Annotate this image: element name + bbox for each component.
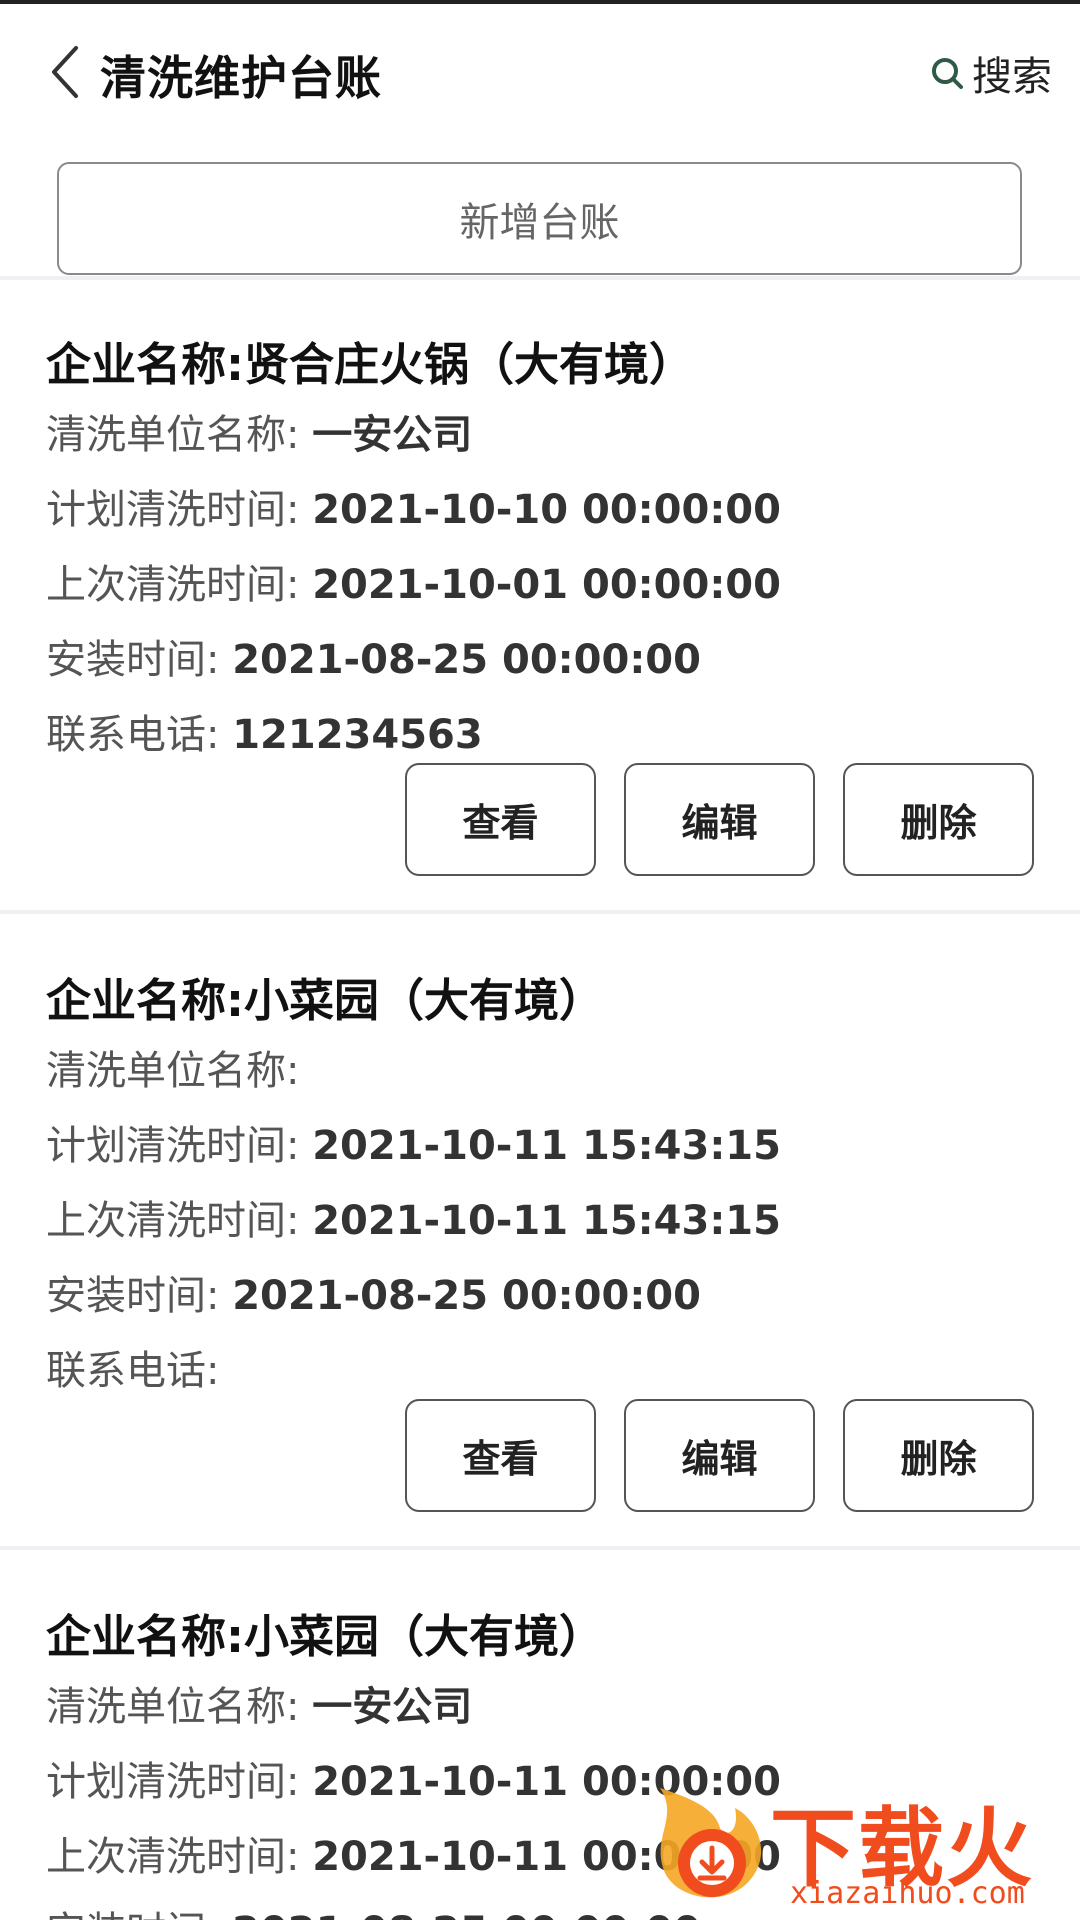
company-label: 企业名称: xyxy=(46,974,244,1027)
company-value: 贤合庄火锅（大有境） xyxy=(244,338,695,391)
search-button[interactable]: 搜索 xyxy=(930,48,1052,100)
divider xyxy=(0,1546,1080,1550)
planned-time-row: 计划清洗时间: 2021-10-10 00:00:00 xyxy=(46,477,781,535)
planned-time-value: 2021-10-11 15:43:15 xyxy=(312,1123,781,1169)
phone-label: 联系电话: xyxy=(46,712,233,758)
flame-download-icon xyxy=(660,1788,762,1898)
view-button[interactable]: 查看 xyxy=(405,1399,596,1512)
search-label: 搜索 xyxy=(972,54,1052,100)
install-time-value: 2021-08-25 00:00:00 xyxy=(232,637,701,683)
planned-time-label: 计划清洗时间: xyxy=(46,1759,313,1805)
last-time-label: 上次清洗时间: xyxy=(46,1198,313,1244)
cleaning-unit-row: 清洗单位名称: xyxy=(46,1038,299,1096)
divider xyxy=(0,910,1080,914)
install-time-label: 安装时间: xyxy=(46,1273,233,1319)
planned-time-row: 计划清洗时间: 2021-10-11 15:43:15 xyxy=(46,1113,781,1171)
delete-button[interactable]: 删除 xyxy=(843,1399,1034,1512)
record-actions: 查看 编辑 删除 xyxy=(0,763,1080,878)
last-time-label: 上次清洗时间: xyxy=(46,562,313,608)
app-header: 清洗维护台账 搜索 xyxy=(0,4,1080,138)
last-time-row: 上次清洗时间: 2021-10-11 15:43:15 xyxy=(46,1188,781,1246)
edit-button[interactable]: 编辑 xyxy=(624,763,815,876)
install-time-row: 安装时间: 2021-08-25 00:00:00 xyxy=(46,627,701,685)
company-label: 企业名称: xyxy=(46,1610,244,1663)
planned-time-value: 2021-10-10 00:00:00 xyxy=(312,487,781,533)
install-time-row: 安装时间: 2021-08-25 00:00:00 xyxy=(46,1263,701,1321)
cleaning-unit-row: 清洗单位名称: 一安公司 xyxy=(46,402,472,460)
view-button[interactable]: 查看 xyxy=(405,763,596,876)
page-title: 清洗维护台账 xyxy=(100,51,382,105)
edit-button[interactable]: 编辑 xyxy=(624,1399,815,1512)
cleaning-unit-value: 一安公司 xyxy=(312,1684,473,1730)
company-value: 小菜园（大有境） xyxy=(244,1610,605,1663)
phone-row: 联系电话: 121234563 xyxy=(46,702,483,760)
install-time-value: 2021-08-25 00:00:00 xyxy=(232,1909,701,1920)
search-icon xyxy=(932,58,963,89)
cleaning-unit-label: 清洗单位名称: xyxy=(46,1048,300,1094)
add-ledger-button[interactable]: 新增台账 xyxy=(57,162,1022,275)
last-time-value: 2021-10-11 15:43:15 xyxy=(312,1198,781,1244)
last-time-label: 上次清洗时间: xyxy=(46,1834,313,1880)
install-time-value: 2021-08-25 00:00:00 xyxy=(232,1273,701,1319)
back-button[interactable] xyxy=(46,44,86,100)
last-time-value: 2021-10-01 00:00:00 xyxy=(312,562,781,608)
cleaning-unit-label: 清洗单位名称: xyxy=(46,1684,313,1730)
company-label: 企业名称: xyxy=(46,338,244,391)
company-name: 企业名称:小菜园（大有境） xyxy=(46,1600,604,1665)
chevron-left-icon xyxy=(52,46,78,98)
install-time-label: 安装时间: xyxy=(46,637,233,683)
delete-button[interactable]: 删除 xyxy=(843,763,1034,876)
company-name: 企业名称:贤合庄火锅（大有境） xyxy=(46,328,694,393)
record-actions: 查看 编辑 删除 xyxy=(0,1399,1080,1514)
record-card: 企业名称:小菜园（大有境） 清洗单位名称: 计划清洗时间: 2021-10-11… xyxy=(0,916,1080,1546)
phone-row: 联系电话: xyxy=(46,1338,219,1396)
watermark-url: xiazaihuo.com xyxy=(790,1876,1025,1911)
watermark-logo: 下载火 xiazaihuo.com xyxy=(640,1768,1080,1920)
install-time-row: 安装时间: 2021-08-25 00:00:00 xyxy=(46,1899,701,1920)
cleaning-unit-value: 一安公司 xyxy=(312,412,473,458)
cleaning-unit-label: 清洗单位名称: xyxy=(46,412,313,458)
company-value: 小菜园（大有境） xyxy=(244,974,605,1027)
cleaning-unit-row: 清洗单位名称: 一安公司 xyxy=(46,1674,472,1732)
planned-time-label: 计划清洗时间: xyxy=(46,1123,313,1169)
last-time-row: 上次清洗时间: 2021-10-01 00:00:00 xyxy=(46,552,781,610)
record-card: 企业名称:贤合庄火锅（大有境） 清洗单位名称: 一安公司 计划清洗时间: 202… xyxy=(0,280,1080,910)
add-ledger-section: 新增台账 xyxy=(0,138,1080,276)
company-name: 企业名称:小菜园（大有境） xyxy=(46,964,604,1029)
phone-label: 联系电话: xyxy=(46,1348,220,1394)
install-time-label: 安装时间: xyxy=(46,1909,232,1920)
planned-time-label: 计划清洗时间: xyxy=(46,487,313,533)
phone-value: 121234563 xyxy=(232,712,483,758)
